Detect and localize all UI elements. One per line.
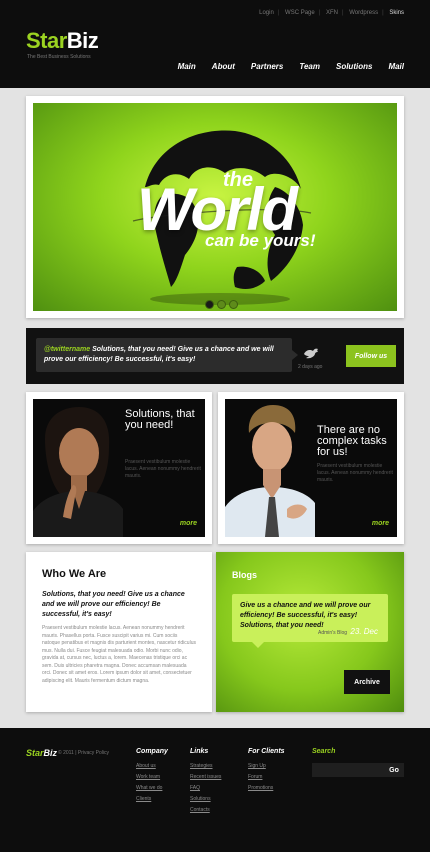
- who-we-are-lead: Solutions, that you need! Give us a chan…: [42, 591, 185, 618]
- footer-col-title: Links: [190, 748, 209, 755]
- nav-about[interactable]: About: [212, 62, 235, 71]
- blogs-section: Blogs Give us a chance and we will prove…: [216, 552, 404, 712]
- footer-link[interactable]: Forum: [248, 774, 285, 780]
- solutions-card: Solutions, that you need! Praesent vesti…: [26, 392, 212, 544]
- footer-link[interactable]: Work team: [136, 774, 168, 780]
- blog-meta: Admin's Blog 23. Dec: [318, 627, 378, 636]
- site-footer: StarBiz © 2011 | Privacy Policy Company …: [0, 728, 430, 852]
- footer-link[interactable]: About us: [136, 763, 168, 769]
- archive-button[interactable]: Archive: [344, 670, 390, 694]
- logo-part-star: Star: [26, 28, 67, 53]
- slider-dot[interactable]: [205, 300, 214, 309]
- who-we-are-title: Who We Are: [42, 568, 107, 580]
- card-text: Praesent vestibulum molestie lacus. Aene…: [125, 459, 201, 479]
- logo[interactable]: StarBiz: [26, 28, 99, 54]
- footer-link[interactable]: Strategies: [190, 763, 221, 769]
- hero-subline: can be yours!: [205, 231, 316, 250]
- tweet-handle[interactable]: @twittername: [44, 346, 90, 353]
- nav-main[interactable]: Main: [178, 62, 196, 71]
- top-link-skins[interactable]: Skins: [389, 10, 404, 16]
- who-we-are-text: Praesent vestibulum molestie lacus. Aene…: [42, 625, 196, 684]
- slider-pagination: [205, 300, 238, 309]
- footer-link[interactable]: Promotions: [248, 785, 285, 791]
- separator: |: [382, 10, 384, 16]
- footer-link[interactable]: Recent issues: [190, 774, 221, 780]
- card-panel: Solutions, that you need! Praesent vesti…: [33, 399, 205, 537]
- blog-date: 23. Dec: [350, 627, 378, 636]
- top-link-xfn[interactable]: XFN: [326, 10, 338, 16]
- footer-col-search: Search: [312, 748, 335, 763]
- logo-part-biz: Biz: [43, 748, 58, 758]
- nav-solutions[interactable]: Solutions: [336, 62, 372, 71]
- tweet-time: 2 days ago: [298, 364, 323, 370]
- footer-col-for-clients: For Clients Sign Up Forum Promotions: [248, 748, 285, 796]
- blog-author[interactable]: Admin's Blog: [318, 630, 347, 636]
- site-header: Login | WSC Page | XFN | Wordpress | Skins S…: [0, 0, 430, 88]
- search-input[interactable]: [312, 763, 384, 777]
- search-title: Search: [312, 748, 336, 755]
- footer-col-company: Company About us Work team What we do Cl…: [136, 748, 168, 807]
- search-go-button[interactable]: Go: [384, 763, 404, 777]
- blog-post-bubble: Give us a chance and we will prove our e…: [232, 594, 388, 648]
- blog-panel: Blogs Give us a chance and we will prove…: [216, 552, 404, 712]
- footer-col-title: Company: [136, 748, 168, 755]
- nav-mail[interactable]: Mail: [388, 62, 404, 71]
- twitter-bar: @twittername Solutions, that you need! G…: [26, 328, 404, 384]
- footer-link[interactable]: FAQ: [190, 785, 221, 791]
- main-nav: Main About Partners Team Solutions Mail: [162, 62, 404, 71]
- footer-link[interactable]: Solutions: [190, 796, 221, 802]
- nav-partners[interactable]: Partners: [251, 62, 283, 71]
- separator: |: [341, 10, 344, 16]
- complex-tasks-card: There are no complex tasks for us! Praes…: [218, 392, 404, 544]
- copyright: © 2011 | Privacy Policy: [58, 750, 110, 756]
- hero-banner: the World can be yours!: [33, 103, 397, 311]
- top-link-wordpress[interactable]: Wordpress: [349, 10, 378, 16]
- top-link-login[interactable]: Login: [259, 10, 274, 16]
- top-links: Login | WSC Page | XFN | Wordpress | Skins: [257, 10, 406, 16]
- businessman-photo: [225, 399, 315, 537]
- businesswoman-photo: [33, 399, 123, 537]
- top-link-wsc-page[interactable]: WSC Page: [285, 10, 315, 16]
- footer-link[interactable]: Sign Up: [248, 763, 285, 769]
- footer-link[interactable]: What we do: [136, 785, 168, 791]
- card-text: Praesent vestibulum molestie lacus. Aene…: [317, 463, 393, 483]
- separator: |: [318, 10, 321, 16]
- card-title: There are no complex tasks for us!: [317, 424, 387, 458]
- footer-link[interactable]: Clients: [136, 796, 168, 802]
- logo-part-star: Star: [26, 748, 44, 758]
- search-form: Go: [312, 763, 404, 777]
- slider-dot[interactable]: [229, 300, 238, 309]
- hero-slider: the World can be yours!: [26, 96, 404, 318]
- footer-logo[interactable]: StarBiz: [26, 748, 57, 758]
- footer-col-title: For Clients: [248, 748, 285, 755]
- tagline: The Best Business Solutions: [27, 54, 91, 60]
- card-panel: There are no complex tasks for us! Praes…: [225, 399, 397, 537]
- who-we-are-section: Who We Are Solutions, that you need! Giv…: [26, 552, 212, 712]
- more-link[interactable]: more: [180, 520, 197, 527]
- follow-us-button[interactable]: Follow us: [346, 345, 396, 367]
- logo-part-biz: Biz: [66, 28, 99, 53]
- footer-link[interactable]: Contacts: [190, 807, 221, 813]
- tweet-bubble: @twittername Solutions, that you need! G…: [36, 338, 298, 372]
- nav-team[interactable]: Team: [299, 62, 320, 71]
- card-title: Solutions, that you need!: [125, 408, 195, 431]
- blogs-title: Blogs: [232, 570, 258, 580]
- separator: |: [277, 10, 280, 16]
- slider-dot[interactable]: [217, 300, 226, 309]
- twitter-bird-icon: [304, 348, 318, 359]
- more-link[interactable]: more: [372, 520, 389, 527]
- footer-col-links: Links Strategies Recent issues FAQ Solut…: [190, 748, 221, 818]
